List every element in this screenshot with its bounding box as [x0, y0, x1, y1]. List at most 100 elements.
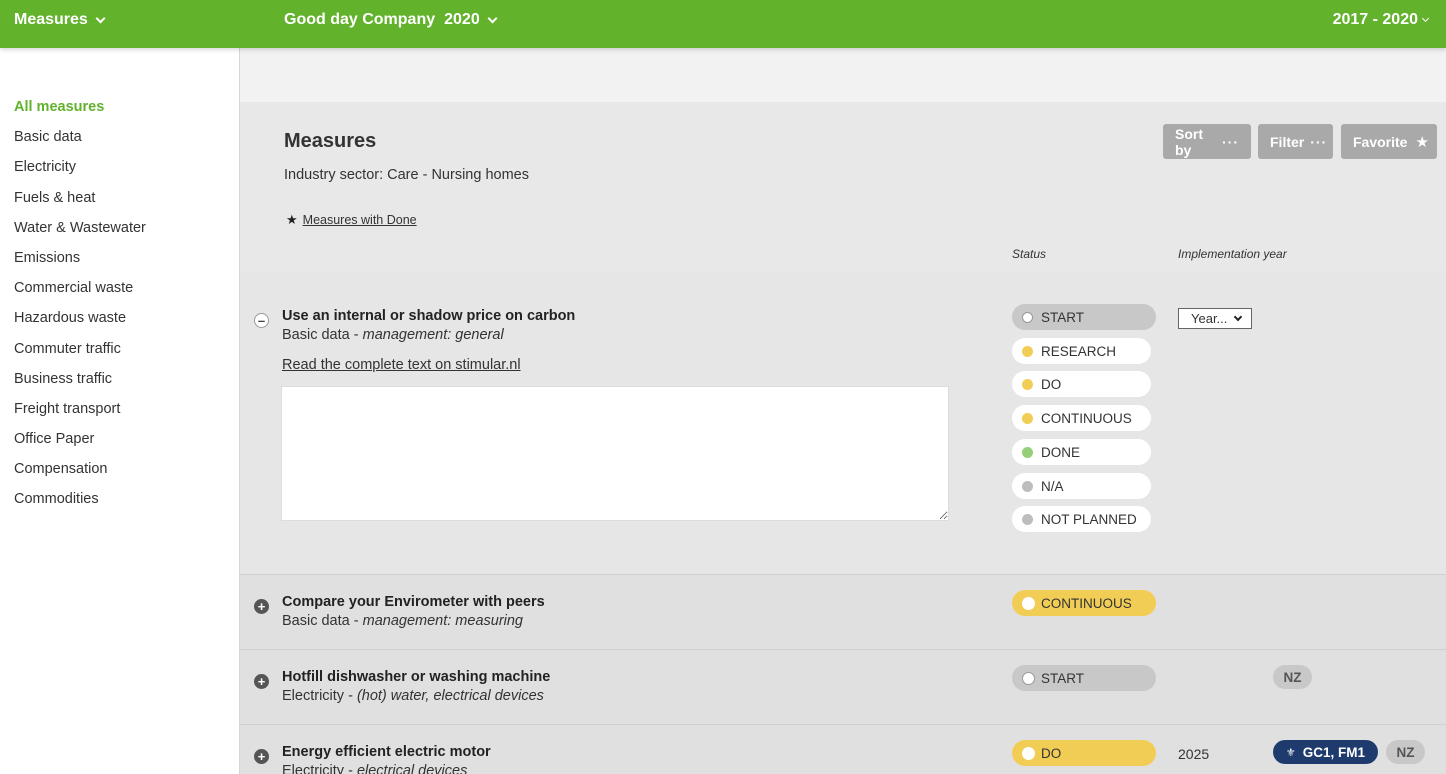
- measure-title: Use an internal or shadow price on carbo…: [282, 308, 576, 324]
- status-label: CONTINUOUS: [1041, 410, 1132, 426]
- subcategory-label: management: measuring: [362, 613, 524, 629]
- collapse-icon[interactable]: –: [254, 313, 269, 328]
- status-label: N/A: [1041, 478, 1064, 494]
- filter-button[interactable]: Filter ···: [1258, 124, 1333, 159]
- chevron-down-icon: [487, 13, 498, 23]
- status-label: CONTINUOUS: [1041, 595, 1132, 611]
- sidebar-item-all-measures[interactable]: All measures: [0, 92, 239, 122]
- sort-label: Sort by: [1175, 125, 1203, 158]
- sidebar-item-commuter-traffic[interactable]: Commuter traffic: [0, 334, 239, 364]
- menu-label: Measures: [14, 11, 88, 28]
- measures-menu-dropdown[interactable]: Measures: [14, 0, 106, 40]
- category-label: Basic data: [282, 613, 350, 629]
- sidebar-item-emissions[interactable]: Emissions: [0, 243, 239, 273]
- more-dots-icon: ···: [1310, 133, 1328, 150]
- read-more-link[interactable]: Read the complete text on stimular.nl: [282, 357, 521, 373]
- sidebar: All measures Basic data Electricity Fuel…: [0, 48, 240, 774]
- status-dot-icon: [1022, 480, 1033, 492]
- status-option-na[interactable]: N/A: [1012, 473, 1151, 499]
- sidebar-item-office-paper[interactable]: Office Paper: [0, 424, 239, 454]
- year-range-dropdown[interactable]: 2017 - 2020: [1332, 0, 1430, 40]
- status-dot-icon: [1022, 671, 1035, 685]
- nz-tag: NZ: [1273, 665, 1312, 689]
- star-icon: ★: [1415, 133, 1429, 151]
- status-dot-icon: [1022, 378, 1033, 390]
- status-label: START: [1041, 309, 1085, 325]
- status-badge[interactable]: DO: [1012, 740, 1156, 766]
- chevron-down-icon: [1234, 312, 1243, 321]
- sort-by-button[interactable]: Sort by ···: [1163, 124, 1251, 159]
- subcategory-label: electrical devices: [356, 763, 468, 774]
- status-dot-icon: [1022, 345, 1033, 357]
- category-label: Electricity: [282, 688, 345, 704]
- status-label: DO: [1041, 376, 1062, 392]
- filter-label: Filter: [1270, 133, 1305, 150]
- top-bar: Measures Good day Company 2020 2017 - 20…: [0, 0, 1446, 48]
- sidebar-item-commercial-waste[interactable]: Commercial waste: [0, 273, 239, 303]
- measures-with-done-link[interactable]: Measures with Done: [303, 213, 417, 227]
- status-option-research[interactable]: RESEARCH: [1012, 338, 1151, 364]
- status-badge[interactable]: START: [1012, 665, 1156, 691]
- subcategory-label: (hot) water, electrical devices: [356, 688, 544, 704]
- company-year: 2020: [444, 11, 480, 28]
- expand-icon[interactable]: +: [254, 674, 269, 689]
- status-option-continuous[interactable]: CONTINUOUS: [1012, 405, 1151, 431]
- sidebar-item-water[interactable]: Water & Wastewater: [0, 213, 239, 243]
- favorite-label: Favorite: [1353, 133, 1408, 150]
- sidebar-item-business-traffic[interactable]: Business traffic: [0, 364, 239, 394]
- gc-tag-label: GC1, FM1: [1302, 744, 1366, 760]
- expand-icon[interactable]: +: [254, 599, 269, 614]
- implementation-year-value: 2025: [1178, 746, 1210, 762]
- crest-icon: ⚜: [1285, 746, 1296, 759]
- sidebar-item-commodities[interactable]: Commodities: [0, 484, 239, 514]
- status-option-done[interactable]: DONE: [1012, 439, 1151, 465]
- sidebar-item-compensation[interactable]: Compensation: [0, 454, 239, 484]
- status-column-header: Status: [1012, 247, 1047, 261]
- measure-category: Electricity - electrical devices: [282, 763, 467, 774]
- nz-tag: NZ: [1386, 740, 1425, 764]
- status-dot-icon: [1022, 446, 1033, 458]
- status-option-not-planned[interactable]: NOT PLANNED: [1012, 506, 1151, 532]
- measure-notes-textarea[interactable]: [281, 386, 949, 521]
- measure-title: Energy efficient electric motor: [282, 744, 491, 760]
- industry-sector: Industry sector: Care - Nursing homes: [284, 167, 529, 183]
- more-dots-icon: ···: [1222, 133, 1239, 150]
- company-year-dropdown[interactable]: Good day Company 2020: [284, 0, 498, 40]
- status-dot-icon: [1022, 412, 1033, 424]
- measure-category: Basic data - management: measuring: [282, 613, 524, 629]
- measures-panel: Measures Industry sector: Care - Nursing…: [240, 102, 1446, 774]
- sidebar-item-basic-data[interactable]: Basic data: [0, 122, 239, 152]
- category-label: Basic data: [282, 327, 350, 343]
- sidebar-nav: All measures Basic data Electricity Fuel…: [0, 48, 239, 515]
- year-select-value: Year...: [1191, 311, 1228, 326]
- page-title: Measures: [284, 130, 377, 152]
- sidebar-item-fuels-heat[interactable]: Fuels & heat: [0, 183, 239, 213]
- status-option-start[interactable]: START: [1012, 304, 1156, 330]
- measures-with-done-filter[interactable]: ★ Measures with Done: [286, 212, 417, 228]
- sidebar-item-electricity[interactable]: Electricity: [0, 152, 239, 182]
- measure-category: Basic data - management: general: [282, 327, 504, 343]
- status-badge[interactable]: CONTINUOUS: [1012, 590, 1156, 616]
- expand-icon[interactable]: +: [254, 749, 269, 764]
- favorite-button[interactable]: Favorite ★: [1341, 124, 1437, 159]
- subcategory-label: management: general: [362, 327, 504, 343]
- implementation-year-select[interactable]: Year...: [1178, 308, 1252, 329]
- measure-title: Compare your Envirometer with peers: [282, 594, 545, 610]
- measure-title: Hotfill dishwasher or washing machine: [282, 669, 551, 685]
- sidebar-item-hazardous-waste[interactable]: Hazardous waste: [0, 303, 239, 333]
- star-icon: ★: [286, 212, 298, 227]
- measure-row[interactable]: + Energy efficient electric motor Electr…: [240, 724, 1446, 774]
- status-option-do[interactable]: DO: [1012, 371, 1151, 397]
- status-label: START: [1041, 670, 1085, 686]
- status-label: DONE: [1041, 444, 1081, 460]
- year-range-label: 2017 - 2020: [1332, 11, 1418, 28]
- measure-row[interactable]: + Hotfill dishwasher or washing machine …: [240, 649, 1446, 724]
- measure-category: Electricity - (hot) water, electrical de…: [282, 688, 544, 704]
- implementation-year-column-header: Implementation year: [1178, 247, 1287, 261]
- company-name: Good day Company: [284, 11, 436, 28]
- chevron-down-icon: [1421, 14, 1430, 22]
- sidebar-item-freight-transport[interactable]: Freight transport: [0, 394, 239, 424]
- status-label: RESEARCH: [1041, 343, 1117, 359]
- status-dot-icon: [1022, 596, 1035, 610]
- measure-row[interactable]: + Compare your Envirometer with peers Ba…: [240, 574, 1446, 649]
